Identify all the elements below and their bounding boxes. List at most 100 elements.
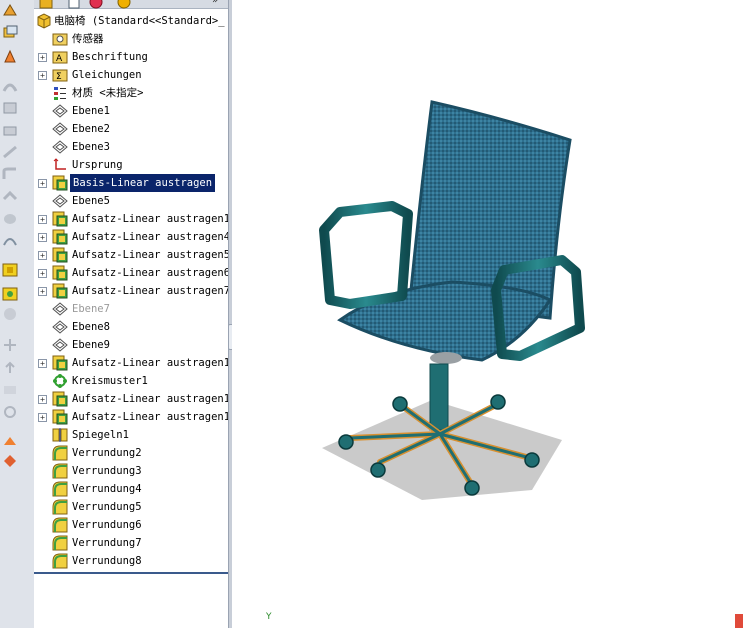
tree-item[interactable]: + Aufsatz-Linear austragen13 [34, 210, 228, 228]
part-icon [36, 13, 52, 29]
tree-item[interactable]: Spiegeln1 [34, 426, 228, 444]
tab-configuration-manager[interactable] [88, 0, 104, 9]
tree-item[interactable]: + Aufsatz-Linear austragen4 [34, 228, 228, 246]
tree-item[interactable]: Verrundung5 [34, 498, 228, 516]
tree-item[interactable]: Ebene3 [34, 138, 228, 156]
office-chair-model[interactable] [232, 0, 743, 628]
tree-item-label: Ebene8 [72, 321, 110, 333]
extrude-icon [52, 391, 68, 407]
tree-item[interactable]: + A Beschriftung [34, 48, 228, 66]
tab-property-manager[interactable] [66, 0, 82, 9]
fillet-icon [52, 445, 68, 461]
plane-icon [52, 319, 68, 335]
reference-geometry-icon[interactable] [2, 306, 18, 320]
tree-item[interactable]: Verrundung2 [34, 444, 228, 462]
curves-tool-icon[interactable] [2, 336, 18, 351]
revolve-tool-icon[interactable] [2, 48, 18, 63]
fillet-icon [52, 463, 68, 479]
tree-item-label: Ebene3 [72, 141, 110, 153]
tree-item[interactable]: + Aufsatz-Linear austragen7 [34, 282, 228, 300]
scale-tool-icon[interactable] [2, 432, 18, 446]
split-tool-icon[interactable] [2, 382, 18, 396]
chamfer-tool-icon[interactable] [2, 188, 18, 202]
tree-item[interactable]: Kreismuster1 [34, 372, 228, 390]
expand-toggle[interactable]: + [38, 251, 47, 260]
tree-item-label: 传感器 [72, 33, 104, 45]
material-icon [52, 85, 68, 101]
expand-toggle[interactable]: + [38, 269, 47, 278]
expand-toggle[interactable]: + [38, 179, 47, 188]
fillet-icon [52, 535, 68, 551]
delete-body-icon[interactable] [2, 404, 18, 418]
tree-item-label: Verrundung5 [72, 501, 142, 513]
expand-toggle[interactable]: + [38, 71, 47, 80]
tree-item-label: Aufsatz-Linear austragen4 [72, 231, 228, 243]
sweep-tool-icon[interactable] [2, 78, 18, 92]
tree-item[interactable]: Ebene5 [34, 192, 228, 210]
axis-triad: Y [266, 612, 272, 622]
tree-item[interactable]: + Aufsatz-Linear austragen14 [34, 390, 228, 408]
sketch-tool-icon[interactable] [2, 2, 18, 16]
tree-item[interactable]: Verrundung7 [34, 534, 228, 552]
fillet-tool-icon[interactable] [2, 166, 18, 180]
expand-toggle[interactable]: + [38, 287, 47, 296]
tree-item-label: Verrundung7 [72, 537, 142, 549]
extrude-icon [52, 229, 68, 245]
expand-toggle[interactable]: + [38, 395, 47, 404]
expand-toggle[interactable]: + [38, 359, 47, 368]
tab-feature-manager[interactable] [38, 0, 54, 9]
tree-item[interactable]: + Aufsatz-Linear austragen5 [34, 246, 228, 264]
tree-item[interactable]: Ebene2 [34, 120, 228, 138]
rib-tool-icon[interactable] [2, 210, 18, 224]
tree-item[interactable]: + Aufsatz-Linear austragen12 [34, 354, 228, 372]
plane-icon [52, 121, 68, 137]
tree-item[interactable]: 传感器 [34, 30, 228, 48]
graphics-area[interactable]: Y [232, 0, 743, 628]
tree-item-label: Ebene1 [72, 105, 110, 117]
tree-item-label: Ebene2 [72, 123, 110, 135]
expand-toggle[interactable]: + [38, 215, 47, 224]
move-body-icon[interactable] [2, 452, 18, 467]
tree-item-label: Spiegeln1 [72, 429, 129, 441]
boundary-tool-icon[interactable] [2, 122, 18, 136]
tree-item-label: Gleichungen [72, 69, 142, 81]
tree-item[interactable]: Verrundung4 [34, 480, 228, 498]
tree-item[interactable]: + Basis-Linear austragen [34, 174, 228, 192]
loft-tool-icon[interactable] [2, 100, 18, 114]
fillet-icon [52, 517, 68, 533]
expand-toggle[interactable]: + [38, 413, 47, 422]
tree-item[interactable]: Ebene1 [34, 102, 228, 120]
plane-icon [52, 103, 68, 119]
plane-icon [52, 139, 68, 155]
tree-item[interactable]: 材质 <未指定> [34, 84, 228, 102]
tree-item[interactable]: Ursprung [34, 156, 228, 174]
tree-item[interactable]: Ebene7 [34, 300, 228, 318]
svg-text:Σ: Σ [56, 72, 62, 82]
tabs-overflow-button[interactable]: » [212, 0, 228, 10]
tree-item[interactable]: Ebene9 [34, 336, 228, 354]
tree-item[interactable]: + Aufsatz-Linear austragen15 [34, 408, 228, 426]
cut-tool-icon[interactable] [2, 144, 18, 159]
expand-toggle[interactable]: + [38, 233, 47, 242]
tree-item[interactable]: + Aufsatz-Linear austragen6 [34, 264, 228, 282]
mirror-tool-icon[interactable] [2, 286, 18, 301]
sensor-folder-icon [52, 31, 68, 47]
tree-item[interactable]: Ebene8 [34, 318, 228, 336]
tree-item[interactable]: Verrundung3 [34, 462, 228, 480]
origin-icon [52, 157, 68, 173]
tree-item-label: Kreismuster1 [72, 375, 148, 387]
tree-item[interactable]: Verrundung6 [34, 516, 228, 534]
expand-toggle[interactable]: + [38, 53, 47, 62]
tree-item-label: Aufsatz-Linear austragen7 [72, 285, 228, 297]
extrude-icon [52, 409, 68, 425]
tab-display-manager[interactable] [116, 0, 132, 9]
shell-tool-icon[interactable] [2, 232, 18, 246]
tree-item-label: Aufsatz-Linear austragen14 [72, 393, 228, 405]
instant3d-tool-icon[interactable] [2, 360, 18, 374]
extrude-tool-icon[interactable] [2, 24, 18, 38]
tree-item[interactable]: Verrundung8 [34, 552, 228, 570]
tree-root-part[interactable]: 电脑椅 (Standard<<Standard>_ [34, 12, 228, 30]
feature-tree-tabs: » [34, 0, 228, 9]
tree-item[interactable]: + Σ Gleichungen [34, 66, 228, 84]
pattern-tool-icon[interactable] [2, 262, 18, 277]
